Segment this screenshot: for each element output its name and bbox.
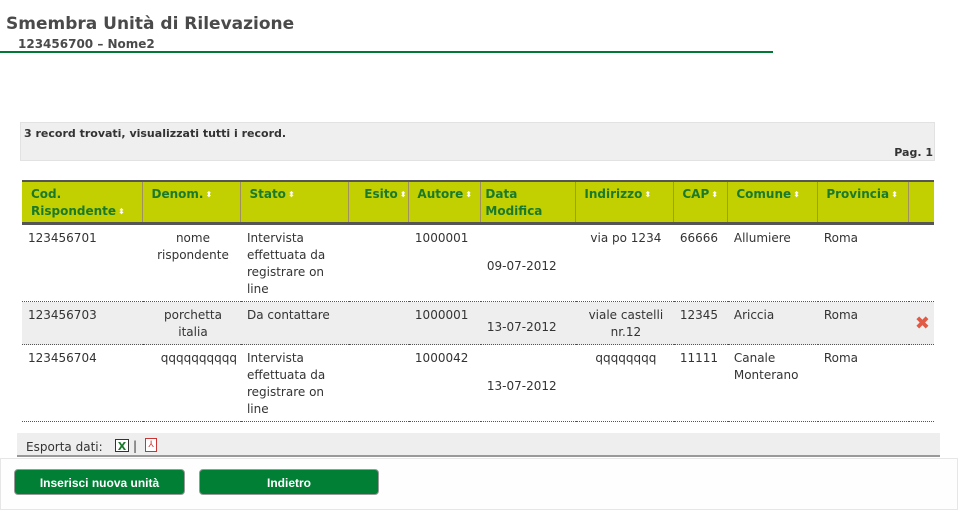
cell-autore: 1000001 [408,223,481,302]
cell-provincia: Roma [817,223,909,302]
cell-stato: Da contattare [240,301,349,345]
column-header-data-modifica: Data Modifica [480,180,576,225]
sort-icon[interactable]: ⬍ [288,191,295,199]
cell-denom: nome rispondente [142,223,241,302]
cell-comune: Allumiere [727,223,818,302]
pdf-export-icon[interactable]: ⅄ [145,438,157,452]
cell-cod: 123456703 [22,301,143,345]
column-header-comune[interactable]: Comune ⬍ [727,180,818,225]
cell-indirizzo: qqqqqqqq [575,344,674,422]
cell-autore: 1000042 [408,344,481,422]
page-number: Pag. 1 [894,146,933,159]
sort-icon[interactable]: ⬍ [118,208,125,216]
column-header-autore[interactable]: Autore ⬍ [408,180,481,225]
column-header-cap[interactable]: CAP ⬍ [673,180,728,225]
cell-stato: Intervista effettuata da registrare on l… [240,223,349,302]
table-row[interactable]: 123456701 nome rispondente Intervista ef… [22,223,934,302]
cell-actions [908,344,934,422]
sort-icon[interactable]: ⬍ [644,191,651,199]
sort-icon[interactable]: ⬍ [205,191,212,199]
cell-actions: ✖ [908,301,934,345]
records-count-text: 3 record trovati, visualizzati tutti i r… [24,127,287,140]
cell-cap: 12345 [673,301,728,345]
column-header-provincia[interactable]: Provincia ⬍ [817,180,909,225]
cell-actions [908,223,934,302]
cell-stato: Intervista effettuata da registrare on l… [240,344,349,422]
sort-icon[interactable]: ⬍ [400,191,407,199]
cell-autore: 1000001 [408,301,481,345]
column-header-esito[interactable]: Esito ⬍ [348,180,409,225]
cell-cap: 66666 [673,223,728,302]
cell-denom: porchetta italia [142,301,241,345]
table-header-row: Cod. Rispondente ⬍ Denom. ⬍ Stato ⬍ Esito ⬍ … [22,180,934,225]
column-header-stato[interactable]: Stato ⬍ [240,180,349,225]
cell-indirizzo: viale castelli nr.12 [575,301,674,345]
cell-comune: Ariccia [727,301,818,345]
cell-provincia: Roma [817,301,909,345]
cell-cod: 123456701 [22,223,143,302]
button-bar: Inserisci nuova unità Indietro [0,458,958,510]
sort-icon[interactable]: ⬍ [793,191,800,199]
cell-denom: qqqqqqqqqq [142,344,241,422]
results-table: Cod. Rispondente ⬍ Denom. ⬍ Stato ⬍ Esito ⬍ … [22,180,934,422]
export-bar: Esporta dati: X | ⅄ [17,433,940,457]
page-subtitle: 123456700 – Nome2 [18,37,155,51]
cell-cod: 123456704 [22,344,143,422]
cell-data-modifica: 13-07-2012 [480,301,576,345]
export-separator: | [133,439,138,453]
page-title: Smembra Unità di Rilevazione [6,14,295,34]
export-label: Esporta dati: [26,440,103,454]
sort-icon[interactable]: ⬍ [891,191,898,199]
back-button[interactable]: Indietro [199,469,379,495]
cell-esito [348,344,409,422]
excel-export-icon[interactable]: X [115,439,129,453]
cell-cap: 11111 [673,344,728,422]
sort-icon[interactable]: ⬍ [465,191,472,199]
cell-comune: Canale Monterano [727,344,818,422]
results-info-box: 3 record trovati, visualizzati tutti i r… [20,122,935,161]
column-header-actions [908,180,934,225]
table-row[interactable]: 123456704 qqqqqqqqqq Intervista effettua… [22,344,934,422]
cell-esito [348,223,409,302]
cell-indirizzo: via po 1234 [575,223,674,302]
cell-data-modifica: 09-07-2012 [480,223,576,302]
column-header-indirizzo[interactable]: Indirizzo ⬍ [575,180,674,225]
column-header-cod-rispondente[interactable]: Cod. Rispondente ⬍ [22,180,143,225]
table-row[interactable]: 123456703 porchetta italia Da contattare… [22,301,934,345]
insert-new-unit-button[interactable]: Inserisci nuova unità [14,469,185,495]
sort-icon[interactable]: ⬍ [711,191,718,199]
cell-data-modifica: 13-07-2012 [480,344,576,422]
column-header-denom[interactable]: Denom. ⬍ [142,180,241,225]
cell-esito [348,301,409,345]
title-divider [0,51,773,53]
delete-icon[interactable]: ✖ [915,313,930,334]
cell-provincia: Roma [817,344,909,422]
